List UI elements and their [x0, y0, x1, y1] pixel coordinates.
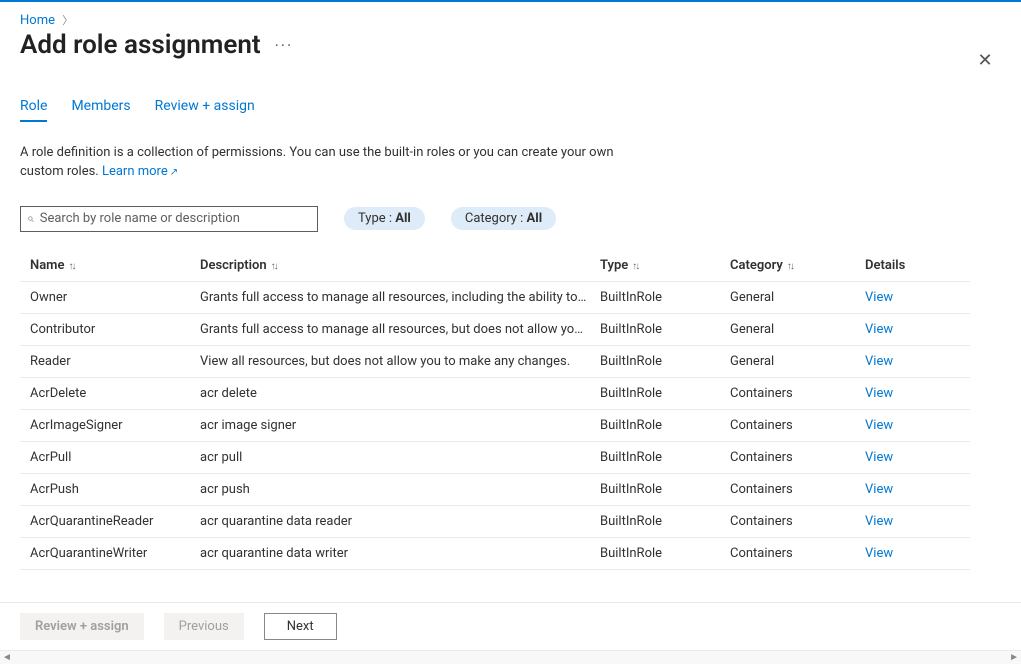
search-icon: ⌕: [27, 211, 34, 226]
cell-category: Containers: [730, 386, 865, 401]
cell-name: AcrPull: [30, 450, 200, 465]
scroll-left-icon[interactable]: ◄: [2, 652, 12, 663]
view-link[interactable]: View: [865, 290, 945, 305]
next-button[interactable]: Next: [264, 613, 337, 640]
table-row[interactable]: OwnerGrants full access to manage all re…: [20, 281, 970, 313]
tab-role[interactable]: Role: [20, 98, 47, 122]
filter-type[interactable]: Type : All: [344, 207, 425, 230]
cell-category: Containers: [730, 514, 865, 529]
table-row[interactable]: AcrImageSigneracr image signerBuiltInRol…: [20, 409, 970, 441]
tab-bar: Role Members Review + assign: [20, 98, 1001, 122]
breadcrumb-home[interactable]: Home: [20, 13, 55, 28]
view-link[interactable]: View: [865, 482, 945, 497]
breadcrumb: Home 〉: [0, 2, 1021, 28]
sort-icon: ↑↓: [787, 261, 793, 272]
cell-name: Reader: [30, 354, 200, 369]
view-link[interactable]: View: [865, 514, 945, 529]
cell-type: BuiltInRole: [600, 546, 730, 561]
add-role-assignment-panel: Home 〉 Add role assignment ··· ✕ Role Me…: [0, 0, 1021, 664]
col-name[interactable]: Name↑↓: [30, 258, 200, 273]
table-row[interactable]: AcrQuarantineWriteracr quarantine data w…: [20, 537, 970, 570]
cell-category: General: [730, 322, 865, 337]
cell-name: AcrImageSigner: [30, 418, 200, 433]
cell-type: BuiltInRole: [600, 354, 730, 369]
col-type[interactable]: Type↑↓: [600, 258, 730, 273]
more-options-button[interactable]: ···: [275, 36, 294, 55]
footer-bar: Review + assign Previous Next: [0, 602, 1021, 650]
filter-category[interactable]: Category : All: [451, 207, 556, 230]
cell-description: acr delete: [200, 386, 600, 401]
cell-name: Owner: [30, 290, 200, 305]
cell-category: Containers: [730, 482, 865, 497]
table-row[interactable]: ReaderView all resources, but does not a…: [20, 345, 970, 377]
sort-icon: ↑↓: [68, 261, 74, 272]
col-category[interactable]: Category↑↓: [730, 258, 865, 273]
cell-type: BuiltInRole: [600, 450, 730, 465]
view-link[interactable]: View: [865, 546, 945, 561]
cell-type: BuiltInRole: [600, 322, 730, 337]
horizontal-scrollbar[interactable]: ◄ ►: [0, 650, 1021, 664]
col-details: Details: [865, 258, 945, 273]
tab-review-assign[interactable]: Review + assign: [155, 98, 255, 122]
cell-description: acr quarantine data writer: [200, 546, 600, 561]
external-link-icon: ↗: [170, 167, 178, 178]
col-description[interactable]: Description↑↓: [200, 258, 600, 273]
cell-description: acr quarantine data reader: [200, 514, 600, 529]
view-link[interactable]: View: [865, 322, 945, 337]
table-row[interactable]: AcrQuarantineReaderacr quarantine data r…: [20, 505, 970, 537]
roles-table: Name↑↓ Description↑↓ Type↑↓ Category↑↓ D…: [20, 250, 970, 570]
cell-description: acr pull: [200, 450, 600, 465]
cell-name: AcrQuarantineReader: [30, 514, 200, 529]
view-link[interactable]: View: [865, 354, 945, 369]
table-row[interactable]: AcrDeleteacr deleteBuiltInRoleContainers…: [20, 377, 970, 409]
table-row[interactable]: AcrPullacr pullBuiltInRoleContainersView: [20, 441, 970, 473]
cell-category: General: [730, 354, 865, 369]
cell-name: AcrDelete: [30, 386, 200, 401]
cell-category: Containers: [730, 546, 865, 561]
cell-type: BuiltInRole: [600, 386, 730, 401]
cell-category: General: [730, 290, 865, 305]
table-header: Name↑↓ Description↑↓ Type↑↓ Category↑↓ D…: [20, 250, 970, 281]
cell-description: acr image signer: [200, 418, 600, 433]
cell-type: BuiltInRole: [600, 418, 730, 433]
view-link[interactable]: View: [865, 418, 945, 433]
view-link[interactable]: View: [865, 450, 945, 465]
description-text: A role definition is a collection of per…: [20, 144, 640, 182]
review-assign-button: Review + assign: [20, 613, 144, 640]
page-title: Add role assignment: [20, 30, 261, 60]
cell-name: Contributor: [30, 322, 200, 337]
search-input-wrapper[interactable]: ⌕: [20, 206, 318, 232]
cell-description: Grants full access to manage all resourc…: [200, 322, 600, 337]
cell-name: AcrPush: [30, 482, 200, 497]
close-icon: ✕: [977, 50, 992, 71]
tab-members[interactable]: Members: [71, 98, 130, 122]
table-row[interactable]: AcrPushacr pushBuiltInRoleContainersView: [20, 473, 970, 505]
scroll-right-icon[interactable]: ►: [1009, 652, 1019, 663]
view-link[interactable]: View: [865, 386, 945, 401]
cell-type: BuiltInRole: [600, 514, 730, 529]
cell-description: View all resources, but does not allow y…: [200, 354, 600, 369]
close-button[interactable]: ✕: [973, 48, 997, 72]
previous-button: Previous: [164, 613, 244, 640]
table-row[interactable]: ContributorGrants full access to manage …: [20, 313, 970, 345]
learn-more-link[interactable]: Learn more↗: [102, 164, 178, 179]
sort-icon: ↑↓: [271, 261, 277, 272]
cell-description: Grants full access to manage all resourc…: [200, 290, 600, 305]
cell-type: BuiltInRole: [600, 482, 730, 497]
cell-category: Containers: [730, 418, 865, 433]
content-scroll-area[interactable]: Role Members Review + assign A role defi…: [0, 70, 1021, 602]
cell-name: AcrQuarantineWriter: [30, 546, 200, 561]
cell-description: acr push: [200, 482, 600, 497]
cell-category: Containers: [730, 450, 865, 465]
chevron-right-icon: 〉: [62, 14, 73, 27]
cell-type: BuiltInRole: [600, 290, 730, 305]
search-input[interactable]: [38, 210, 311, 227]
sort-icon: ↑↓: [632, 261, 638, 272]
